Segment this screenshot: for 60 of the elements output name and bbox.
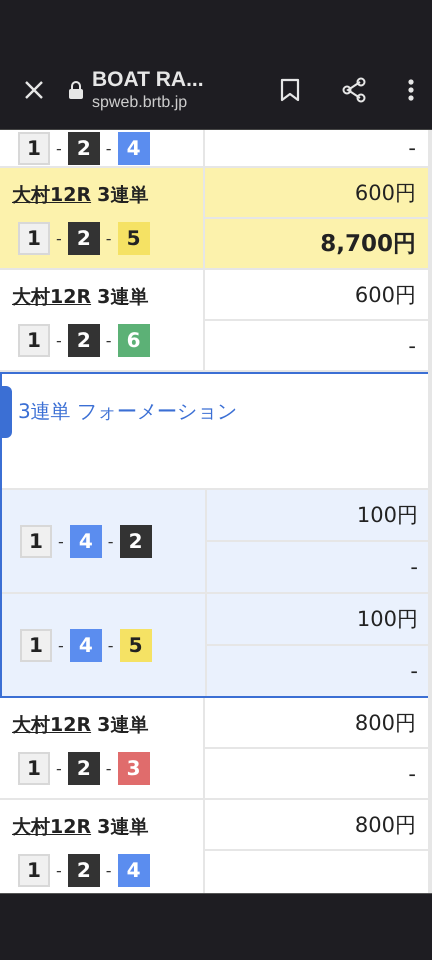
separator-dash: - bbox=[56, 138, 62, 158]
separator-dash: - bbox=[108, 636, 114, 654]
payout-amount: 8,700円 bbox=[205, 217, 428, 268]
bet-type: 3連単 bbox=[97, 712, 148, 738]
bet-amount: 600円 bbox=[354, 180, 417, 206]
boat-number: 1 bbox=[18, 222, 50, 254]
boat-number: 1 bbox=[20, 524, 52, 558]
boat-number: 2 bbox=[68, 222, 100, 254]
separator-dash: - bbox=[56, 330, 62, 350]
bet-type: 3連単 bbox=[97, 814, 148, 840]
separator-dash: - bbox=[108, 532, 114, 550]
venue-link[interactable]: 大村12R bbox=[12, 284, 92, 310]
separator-dash: - bbox=[106, 138, 112, 158]
boat-number: 2 bbox=[68, 752, 100, 784]
boat-number: 2 bbox=[68, 854, 100, 886]
separator-dash: - bbox=[106, 860, 112, 880]
boat-number: 6 bbox=[118, 324, 150, 356]
boat-number: 5 bbox=[118, 222, 150, 254]
payout-amount: - bbox=[207, 644, 428, 696]
separator-dash: - bbox=[106, 758, 112, 778]
bet-type: 3連単 bbox=[97, 284, 148, 310]
boat-number: 3 bbox=[118, 752, 150, 784]
separator-dash: - bbox=[106, 330, 112, 350]
separator-dash: - bbox=[56, 860, 62, 880]
venue-link[interactable]: 大村12R bbox=[12, 712, 92, 738]
formation-title: 3連単 フォーメーション bbox=[18, 398, 238, 425]
boat-number: 4 bbox=[118, 854, 150, 886]
boat-number: 4 bbox=[118, 132, 150, 164]
venue-link[interactable]: 大村12R bbox=[12, 182, 92, 208]
boat-number: 1 bbox=[18, 854, 50, 886]
boat-number: 2 bbox=[120, 524, 152, 558]
boat-number: 5 bbox=[120, 628, 152, 662]
lock-icon bbox=[68, 80, 84, 100]
boat-number: 1 bbox=[18, 752, 50, 784]
boat-number: 4 bbox=[70, 524, 102, 558]
bet-amount: 100円 bbox=[356, 502, 419, 529]
bet-amount: 600円 bbox=[354, 282, 417, 308]
share-icon[interactable] bbox=[340, 76, 368, 104]
separator-dash: - bbox=[58, 532, 64, 550]
payout-amount: - bbox=[205, 747, 428, 798]
separator-dash: - bbox=[58, 636, 64, 654]
payout-amount: - bbox=[407, 135, 417, 162]
boat-number: 1 bbox=[20, 628, 52, 662]
page-url: spweb.brtb.jp bbox=[92, 94, 188, 112]
boat-number: 1 bbox=[18, 324, 50, 356]
separator-dash: - bbox=[56, 758, 62, 778]
separator-dash: - bbox=[106, 228, 112, 248]
venue-link[interactable]: 大村12R bbox=[12, 814, 92, 840]
boat-number: 2 bbox=[68, 132, 100, 164]
bet-amount: 800円 bbox=[354, 812, 417, 838]
boat-number: 4 bbox=[70, 628, 102, 662]
boat-number: 1 bbox=[18, 132, 50, 164]
page-title: BOAT RA... bbox=[92, 68, 205, 92]
bet-type: 3連単 bbox=[97, 182, 148, 208]
bet-amount: 800円 bbox=[354, 710, 417, 736]
payout-amount: - bbox=[205, 319, 428, 370]
bet-amount: 100円 bbox=[356, 606, 419, 633]
separator-dash: - bbox=[56, 228, 62, 248]
payout-amount: - bbox=[207, 540, 428, 592]
boat-number: 2 bbox=[68, 324, 100, 356]
